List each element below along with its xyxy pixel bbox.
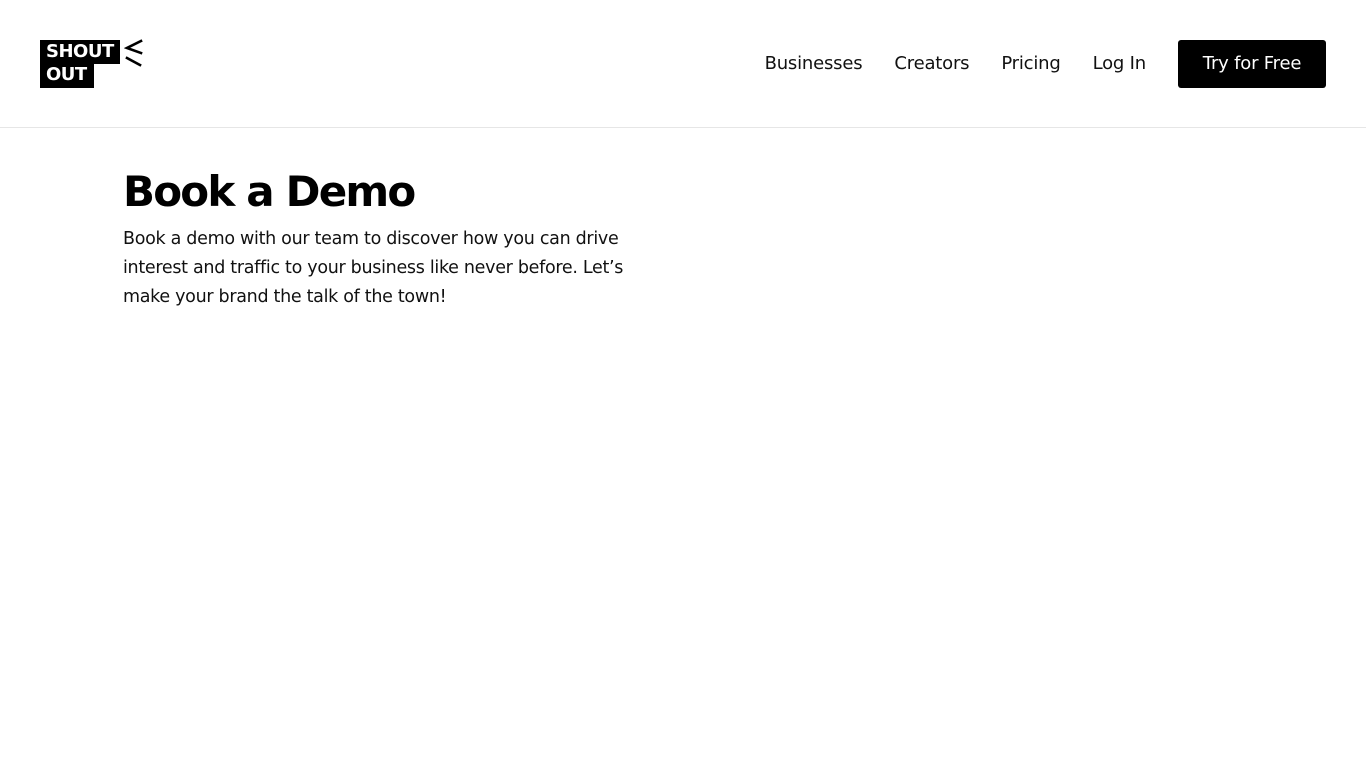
site-header: SHOUT OUT Businesses Creators Pricing Lo… <box>0 0 1366 128</box>
logo-text-out: OUT <box>40 64 94 88</box>
nav-link-log-in[interactable]: Log In <box>1093 40 1147 88</box>
shoutout-logo[interactable]: SHOUT OUT <box>40 39 146 89</box>
page-title: Book a Demo <box>123 167 416 216</box>
main-nav: Businesses Creators Pricing Log In Try f… <box>765 40 1326 88</box>
megaphone-lines-icon <box>124 39 143 67</box>
nav-link-businesses[interactable]: Businesses <box>765 40 863 88</box>
logo-text-shout: SHOUT <box>40 40 120 64</box>
main-content: Book a Demo Book a demo with our team to… <box>123 168 643 312</box>
try-for-free-button[interactable]: Try for Free <box>1178 40 1326 88</box>
nav-link-creators[interactable]: Creators <box>894 40 969 88</box>
page-description: Book a demo with our team to discover ho… <box>123 229 624 307</box>
nav-link-pricing[interactable]: Pricing <box>1001 40 1060 88</box>
